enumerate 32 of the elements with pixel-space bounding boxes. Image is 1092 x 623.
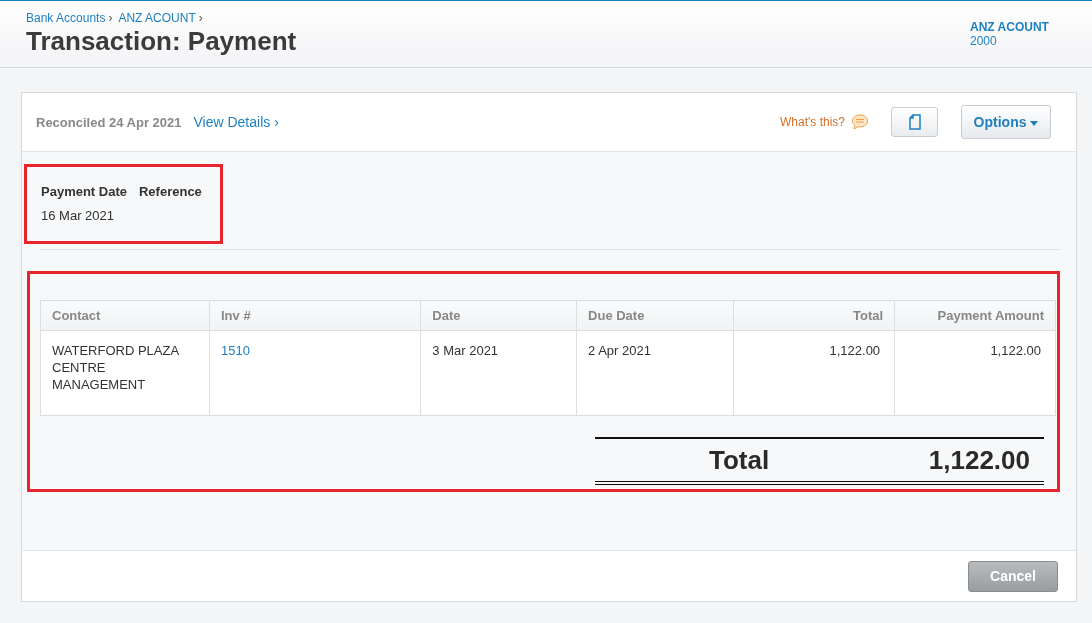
cancel-button[interactable]: Cancel xyxy=(968,560,1058,592)
total-value: 1,122.00 xyxy=(928,444,1030,476)
column-header: Due Date xyxy=(576,300,734,331)
invoice-link[interactable]: 1510 xyxy=(221,343,250,358)
field-label: Reference xyxy=(139,184,202,199)
options-button[interactable]: Options xyxy=(961,105,1051,139)
page-title: Transaction: Payment xyxy=(26,26,297,57)
document-button[interactable] xyxy=(891,107,938,137)
cell-text: WATERFORD PLAZA CENTRE MANAGEMENT xyxy=(52,343,179,392)
total-label: Total xyxy=(709,444,771,476)
cell-text: 1,122.00 xyxy=(990,343,1041,358)
help-link[interactable]: What's this? xyxy=(780,115,845,129)
column-header: Date xyxy=(420,300,577,331)
view-details-link[interactable]: View Details › xyxy=(193,114,279,130)
breadcrumb-separator: › xyxy=(198,11,203,25)
column-header: Inv # xyxy=(209,300,421,331)
field-value: 16 Mar 2021 xyxy=(41,208,114,223)
cell-text: 3 Mar 2021 xyxy=(432,343,499,358)
breadcrumb-separator: › xyxy=(108,11,113,25)
account-number: 2000 xyxy=(970,34,998,48)
column-header: Total xyxy=(733,300,895,331)
document-icon xyxy=(908,114,921,130)
reconciled-status: Reconciled 24 Apr 2021 xyxy=(36,114,182,130)
breadcrumb-link[interactable]: ANZ ACOUNT xyxy=(118,11,196,25)
field-label: Payment Date xyxy=(41,184,127,199)
cell-text: 1,122.00 xyxy=(829,343,881,358)
account-name: ANZ ACOUNT xyxy=(970,20,1050,34)
cell-text: 2 Apr 2021 xyxy=(588,343,651,358)
column-header: Payment Amount xyxy=(894,300,1056,331)
breadcrumb-link[interactable]: Bank Accounts xyxy=(26,11,106,25)
column-header: Contact xyxy=(40,300,210,331)
speech-bubble-icon[interactable] xyxy=(851,114,869,130)
